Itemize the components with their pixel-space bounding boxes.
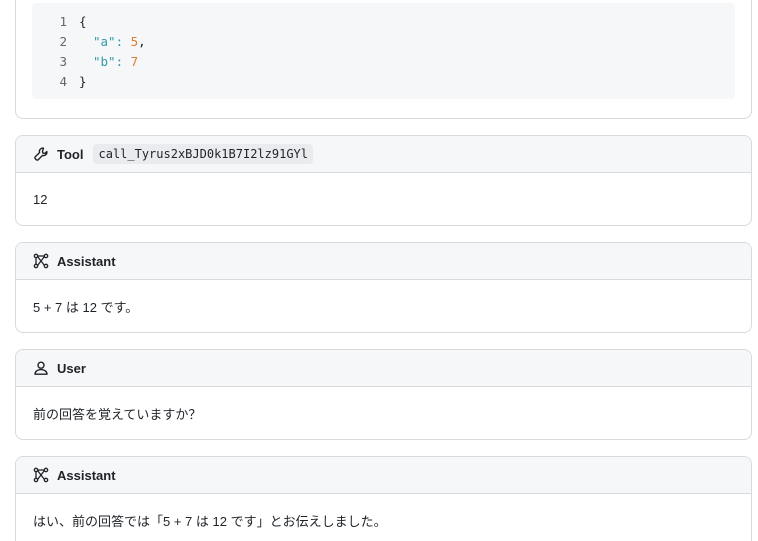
json-key: "b"	[93, 53, 116, 69]
code-line: 1 {	[32, 11, 87, 31]
message-role: User	[57, 360, 86, 376]
line-number: 1	[59, 13, 67, 29]
json-value: 5	[130, 33, 139, 49]
assistant-icon	[33, 253, 49, 269]
message-card-assistant: Assistant はい、前の回答では「5 + 7 は 12 です」とお伝えしま…	[15, 456, 752, 541]
code-brace-open: {	[79, 13, 87, 29]
tool-call-arguments-card: 1 { 2 "a" : 5 , 3 "b" : 7 4 }	[15, 0, 752, 119]
message-role: Tool	[57, 146, 84, 162]
json-value: 7	[130, 53, 139, 69]
code-line: 3 "b" : 7	[32, 51, 138, 71]
wrench-icon	[33, 146, 49, 162]
user-icon	[33, 360, 49, 376]
message-header: Tool call_Tyrus2xBJD0k1B7I2lz91GYl	[16, 136, 751, 173]
message-card-tool: Tool call_Tyrus2xBJD0k1B7I2lz91GYl 12	[15, 135, 752, 226]
message-card-user: User 前の回答を覚えていますか？	[15, 349, 752, 440]
line-number: 3	[59, 53, 67, 69]
line-number: 4	[59, 73, 67, 89]
message-header: Assistant	[16, 457, 751, 494]
message-content: 5 + 7 は 12 です。	[33, 299, 139, 315]
json-colon: :	[115, 53, 131, 69]
message-card-assistant: Assistant 5 + 7 は 12 です。	[15, 242, 752, 333]
assistant-icon	[33, 467, 49, 483]
json-comma: ,	[138, 33, 146, 49]
json-colon: :	[115, 33, 131, 49]
json-key: "a"	[93, 33, 116, 49]
code-line: 2 "a" : 5 ,	[32, 31, 146, 51]
message-header: User	[16, 350, 751, 387]
message-role: Assistant	[57, 467, 116, 483]
message-content: 前の回答を覚えていますか？	[33, 406, 202, 422]
message-content: はい、前の回答では「5 + 7 は 12 です」とお伝えしました。	[33, 513, 387, 529]
code-brace-close: }	[79, 73, 87, 89]
code-line: 4 }	[32, 71, 87, 91]
code-block: 1 { 2 "a" : 5 , 3 "b" : 7 4 }	[32, 3, 735, 99]
message-role: Assistant	[57, 253, 116, 269]
line-number: 2	[59, 33, 67, 49]
message-header: Assistant	[16, 243, 751, 280]
tool-call-id-badge: call_Tyrus2xBJD0k1B7I2lz91GYl	[93, 144, 313, 164]
message-content: 12	[33, 191, 48, 207]
